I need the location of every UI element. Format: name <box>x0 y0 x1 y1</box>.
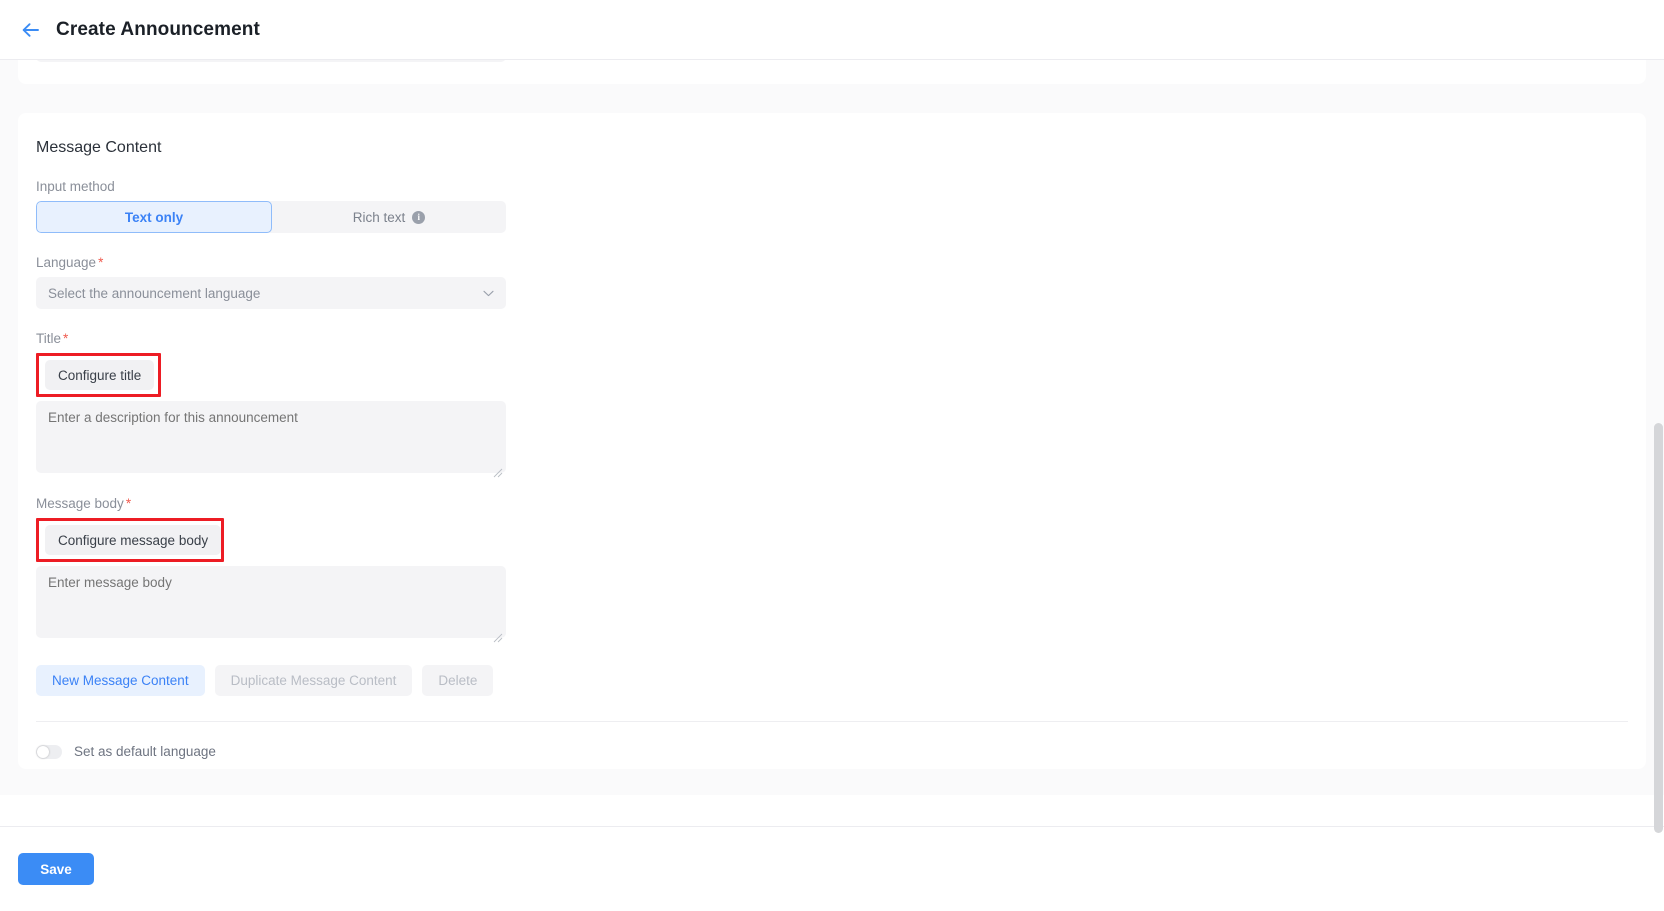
section-divider <box>36 721 1628 722</box>
title-description-wrapper <box>36 401 506 478</box>
app-header: Create Announcement <box>0 0 1664 60</box>
input-method-segmented-control: Text only Rich text i <box>36 201 506 233</box>
display-order-input[interactable]: Enter the display order for this announc… <box>36 60 506 62</box>
message-body-wrapper <box>36 566 506 643</box>
tab-rich-text[interactable]: Rich text i <box>272 201 506 233</box>
language-label: Language * <box>36 255 1628 270</box>
message-body-label: Message body * <box>36 496 1628 511</box>
message-body-required-star: * <box>125 496 132 511</box>
footer-action-bar: Save <box>0 826 1664 911</box>
set-as-default-language-row: Set as default language <box>36 744 1628 759</box>
arrow-left-icon <box>22 22 39 37</box>
title-label-text: Title <box>36 331 62 346</box>
tab-text-only[interactable]: Text only <box>36 201 272 233</box>
tab-text-only-label: Text only <box>124 209 184 225</box>
general-settings-card: Enter the display order for this announc… <box>18 60 1646 84</box>
message-content-actions: New Message Content Duplicate Message Co… <box>36 665 1628 696</box>
title-description-textarea[interactable] <box>36 401 506 473</box>
toggle-knob <box>37 745 49 758</box>
save-button[interactable]: Save <box>18 853 94 885</box>
new-message-content-button[interactable]: New Message Content <box>36 665 205 696</box>
title-label: Title * <box>36 331 1628 346</box>
configure-title-button[interactable]: Configure title <box>45 360 155 390</box>
language-label-text: Language <box>36 255 97 270</box>
message-body-textarea[interactable] <box>36 566 506 638</box>
language-select-value[interactable]: Select the announcement language <box>36 277 506 309</box>
message-body-label-text: Message body <box>36 496 124 511</box>
highlight-box-configure-message-body: Configure message body <box>36 518 225 562</box>
configure-message-body-button[interactable]: Configure message body <box>45 525 222 555</box>
scrollbar-thumb[interactable] <box>1654 423 1663 833</box>
language-select[interactable]: Select the announcement language <box>36 277 506 309</box>
highlight-box-configure-title: Configure title <box>36 353 162 397</box>
title-required-star: * <box>63 331 69 346</box>
info-icon[interactable]: i <box>412 210 426 224</box>
input-method-label: Input method <box>36 179 115 194</box>
tab-rich-text-label: Rich text <box>352 209 406 225</box>
set-as-default-language-label: Set as default language <box>74 744 216 759</box>
set-as-default-language-toggle[interactable] <box>36 744 62 759</box>
scroll-content-area: Enter the display order for this announc… <box>0 60 1664 795</box>
back-button[interactable] <box>18 17 44 43</box>
delete-button: Delete <box>422 665 494 696</box>
duplicate-message-content-button: Duplicate Message Content <box>214 665 413 696</box>
page-title: Create Announcement <box>56 18 260 40</box>
language-required-star: * <box>98 255 104 270</box>
message-content-card: Message Content Input method Text only R… <box>18 113 1646 769</box>
section-title: Message Content <box>36 139 162 156</box>
